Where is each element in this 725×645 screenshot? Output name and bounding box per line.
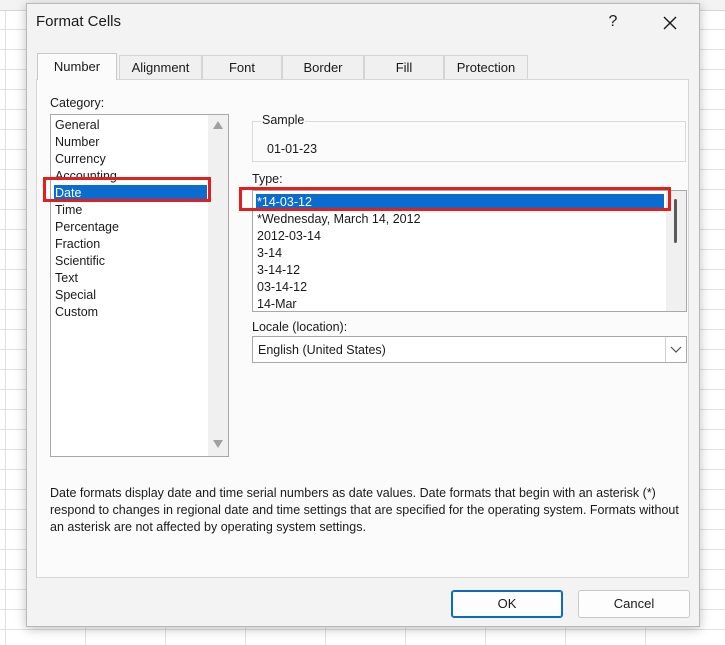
type-item[interactable]: 2012-03-14 xyxy=(257,228,657,245)
tab-border[interactable]: Border xyxy=(282,55,364,79)
category-item-custom[interactable]: Custom xyxy=(55,304,205,321)
category-item-text[interactable]: Text xyxy=(55,270,205,287)
dialog-titlebar[interactable]: Format Cells ? xyxy=(27,4,699,40)
chevron-down-icon xyxy=(670,346,682,353)
tab-font[interactable]: Font xyxy=(202,55,282,79)
sample-group: Sample 01-01-23 xyxy=(252,113,686,162)
category-item-fraction[interactable]: Fraction xyxy=(55,236,205,253)
category-item-scientific[interactable]: Scientific xyxy=(55,253,205,270)
help-button[interactable]: ? xyxy=(601,10,625,34)
type-item[interactable]: 3-14 xyxy=(257,245,657,262)
locale-dropdown-button[interactable] xyxy=(665,337,686,362)
ok-button[interactable]: OK xyxy=(451,590,563,618)
sample-label: Sample xyxy=(261,113,306,127)
category-item-accounting[interactable]: Accounting xyxy=(55,168,205,185)
cancel-button[interactable]: Cancel xyxy=(578,590,690,618)
category-item-percentage[interactable]: Percentage xyxy=(55,219,205,236)
category-item-currency[interactable]: Currency xyxy=(55,151,205,168)
category-item-date[interactable]: Date xyxy=(54,185,207,202)
type-listbox[interactable]: *14-03-12 *Wednesday, March 14, 2012 201… xyxy=(252,190,687,312)
type-label: Type: xyxy=(252,172,283,186)
category-item-time[interactable]: Time xyxy=(55,202,205,219)
scroll-down-arrow-icon[interactable] xyxy=(213,440,223,448)
close-icon xyxy=(663,16,677,30)
scroll-up-arrow-icon[interactable] xyxy=(213,121,223,129)
type-scroll-thumb[interactable] xyxy=(674,199,677,243)
close-button[interactable] xyxy=(657,9,683,35)
type-item[interactable]: 14-Mar xyxy=(257,296,657,311)
category-label: Category: xyxy=(50,96,105,110)
dialog-title: Format Cells xyxy=(36,13,122,30)
locale-label: Locale (location): xyxy=(252,320,348,334)
tab-protection[interactable]: Protection xyxy=(444,55,528,79)
number-tab-panel: Category: General Number Currency Accoun… xyxy=(36,79,689,578)
type-item[interactable]: 3-14-12 xyxy=(257,262,657,279)
tab-number[interactable]: Number xyxy=(37,53,117,80)
tab-alignment[interactable]: Alignment xyxy=(119,55,202,79)
category-listbox[interactable]: General Number Currency Accounting Date … xyxy=(50,114,229,457)
format-cells-dialog: Format Cells ? Number Alignment Font Bor… xyxy=(26,3,700,627)
tab-strip: Number Alignment Font Border Fill Protec… xyxy=(37,53,687,80)
locale-dropdown[interactable]: English (United States) xyxy=(252,336,687,363)
type-item[interactable]: 03-14-12 xyxy=(257,279,657,296)
category-item-general[interactable]: General xyxy=(55,117,205,134)
category-item-number[interactable]: Number xyxy=(55,134,205,151)
type-item[interactable]: *Wednesday, March 14, 2012 xyxy=(257,211,657,228)
sample-value: 01-01-23 xyxy=(267,142,318,156)
category-scrollbar[interactable] xyxy=(208,115,228,456)
locale-value: English (United States) xyxy=(258,343,386,357)
tab-fill[interactable]: Fill xyxy=(364,55,444,79)
category-item-special[interactable]: Special xyxy=(55,287,205,304)
format-description: Date formats display date and time seria… xyxy=(50,486,679,534)
type-item-selected[interactable]: *14-03-12 xyxy=(256,194,664,211)
type-scrollbar[interactable] xyxy=(666,191,686,311)
